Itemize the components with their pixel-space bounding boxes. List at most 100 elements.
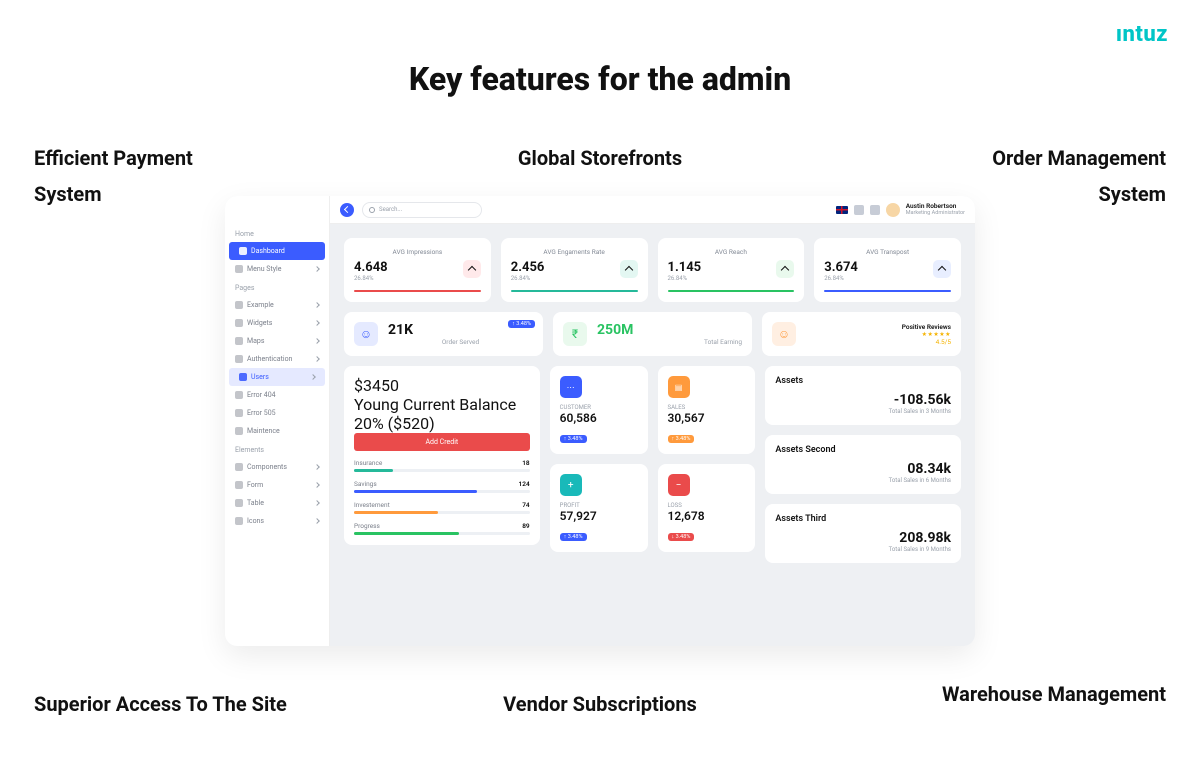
kpi-bar bbox=[511, 290, 638, 292]
sidebar-item-label: Users bbox=[251, 373, 307, 381]
sidebar-item-label: Authentication bbox=[247, 355, 311, 363]
search-placeholder: Search... bbox=[379, 206, 402, 213]
sidebar-item-widgets[interactable]: Widgets bbox=[225, 314, 329, 332]
kpi-title: AVG Reach bbox=[668, 248, 795, 256]
chevron-right-icon bbox=[310, 374, 316, 380]
profit-card: + PROFIT 57,927 ↑ 3.48% bbox=[550, 464, 648, 552]
progress-row: Investement 74 bbox=[354, 501, 530, 509]
sidebar-item-table[interactable]: Table bbox=[225, 494, 329, 512]
stat-rating: 4.5/5 bbox=[806, 338, 951, 346]
flag-uk-icon[interactable] bbox=[836, 206, 848, 214]
progress-row: Progress89 bbox=[354, 522, 530, 530]
sidebar-item-maps[interactable]: Maps bbox=[225, 332, 329, 350]
sidebar-item-authentication[interactable]: Authentication bbox=[225, 350, 329, 368]
sidebar-item-components[interactable]: Components bbox=[225, 458, 329, 476]
sidebar-item-dashboard[interactable]: Dashboard bbox=[229, 242, 325, 260]
sidebar-item-error-404[interactable]: Error 404 bbox=[225, 386, 329, 404]
assets-sub: Total Sales in 9 Months bbox=[775, 546, 951, 553]
chevron-right-icon bbox=[314, 482, 320, 488]
assets-sub: Total Sales in 3 Months bbox=[775, 408, 951, 415]
progress-track bbox=[354, 511, 530, 514]
sidebar-item-example[interactable]: Example bbox=[225, 296, 329, 314]
kpi-reach: AVG Reach 1.145 26.84% bbox=[658, 238, 805, 302]
topbar: Search... Austin Robertson Marketing Adm… bbox=[330, 196, 975, 224]
pin-icon bbox=[235, 337, 243, 345]
balance-amount: $3450 bbox=[354, 376, 530, 395]
add-credit-button[interactable]: Add Credit bbox=[354, 433, 530, 451]
progress-track bbox=[354, 532, 530, 535]
assets-title: Assets Third bbox=[775, 514, 951, 524]
admin-dashboard: Home Dashboard Menu Style Pages Example … bbox=[225, 196, 975, 646]
kpi-title: AVG Impressions bbox=[354, 248, 481, 256]
assets-value: 08.34k bbox=[775, 461, 951, 477]
stat-value: 250M bbox=[597, 322, 742, 338]
kpi-title: AVG Transpost bbox=[824, 248, 951, 256]
assets-second-card: Assets Second 08.34k Total Sales in 6 Mo… bbox=[765, 435, 961, 494]
sidebar-item-label: Menu Style bbox=[247, 265, 311, 273]
sidebar-item-label: Widgets bbox=[247, 319, 311, 327]
kpi-percent: 26.84% bbox=[354, 275, 481, 282]
stars-icon: ★★★★★ bbox=[806, 331, 951, 338]
progress-value: 74 bbox=[522, 501, 529, 509]
sidebar-section-elements: Elements bbox=[225, 440, 329, 458]
stat-label: Order Served bbox=[388, 338, 533, 346]
smile-icon: ☺ bbox=[772, 322, 796, 346]
main-content: Search... Austin Robertson Marketing Adm… bbox=[330, 196, 975, 646]
maintence-icon bbox=[235, 427, 243, 435]
user-name: Austin Robertson bbox=[906, 203, 965, 210]
progress-value: 124 bbox=[519, 480, 530, 488]
balance-card: $3450 Young Current Balance 20% ($520) A… bbox=[344, 366, 540, 545]
users-icon bbox=[239, 373, 247, 381]
progress-fill bbox=[354, 532, 459, 535]
progress-row: Insurance18 bbox=[354, 459, 530, 467]
lock-icon bbox=[235, 355, 243, 363]
feature-vendor-subscriptions: Vendor Subscriptions bbox=[503, 686, 697, 722]
card-label: PROFIT bbox=[560, 502, 638, 509]
currency-icon: ₹ bbox=[563, 322, 587, 346]
sidebar-item-menu-style[interactable]: Menu Style bbox=[225, 260, 329, 278]
progress-track bbox=[354, 490, 530, 493]
card-value: 30,567 bbox=[668, 411, 746, 425]
chevron-right-icon bbox=[314, 518, 320, 524]
kpi-transpost: AVG Transpost 3.674 26.84% bbox=[814, 238, 961, 302]
kpi-value: 4.648 bbox=[354, 260, 481, 275]
stat-label: Total Earning bbox=[597, 338, 742, 346]
sidebar-item-icons[interactable]: Icons bbox=[225, 512, 329, 530]
sidebar-item-form[interactable]: Form bbox=[225, 476, 329, 494]
progress-label: Investement bbox=[354, 501, 390, 509]
chevron-right-icon bbox=[314, 320, 320, 326]
card-tag: ↑ 3.48% bbox=[560, 435, 587, 443]
dashboard-grid: AVG Impressions 4.648 26.84% AVG Engamen… bbox=[330, 224, 975, 577]
sidebar-item-error-505[interactable]: Error 505 bbox=[225, 404, 329, 422]
chevron-right-icon bbox=[314, 464, 320, 470]
progress-value: 89 bbox=[522, 522, 529, 530]
customer-card: ⋯ CUSTOMER 60,586 ↑ 3.48% bbox=[550, 366, 648, 454]
profit-icon: + bbox=[560, 474, 582, 496]
avatar[interactable] bbox=[886, 203, 900, 217]
dashboard-icon bbox=[239, 247, 247, 255]
feature-efficient-payment: Efficient Payment System bbox=[34, 140, 214, 212]
sidebar-item-users[interactable]: Users bbox=[229, 368, 325, 386]
error-icon bbox=[235, 391, 243, 399]
kpi-value: 3.674 bbox=[824, 260, 951, 275]
assets-value: 208.98k bbox=[775, 530, 951, 546]
sidebar-section-pages: Pages bbox=[225, 278, 329, 296]
back-button[interactable] bbox=[340, 203, 354, 217]
arrow-up-icon bbox=[463, 260, 481, 278]
sidebar-section-home: Home bbox=[225, 224, 329, 242]
sidebar-item-maintence[interactable]: Maintence bbox=[225, 422, 329, 440]
sidebar-item-label: Example bbox=[247, 301, 311, 309]
mail-icon[interactable] bbox=[870, 205, 880, 215]
feature-superior-access: Superior Access To The Site bbox=[34, 686, 287, 722]
bell-icon[interactable] bbox=[854, 205, 864, 215]
progress-fill bbox=[354, 511, 438, 514]
sales-card: ▤ SALES 30,567 ↑ 3.48% bbox=[658, 366, 756, 454]
assets-card: Assets -108.56k Total Sales in 3 Months bbox=[765, 366, 961, 425]
user-info[interactable]: Austin Robertson Marketing Administrator bbox=[906, 203, 965, 216]
sales-icon: ▤ bbox=[668, 376, 690, 398]
chevron-right-icon bbox=[314, 356, 320, 362]
error-icon bbox=[235, 409, 243, 417]
sidebar-item-label: Dashboard bbox=[251, 247, 315, 255]
form-icon bbox=[235, 481, 243, 489]
search-input[interactable]: Search... bbox=[362, 202, 482, 218]
